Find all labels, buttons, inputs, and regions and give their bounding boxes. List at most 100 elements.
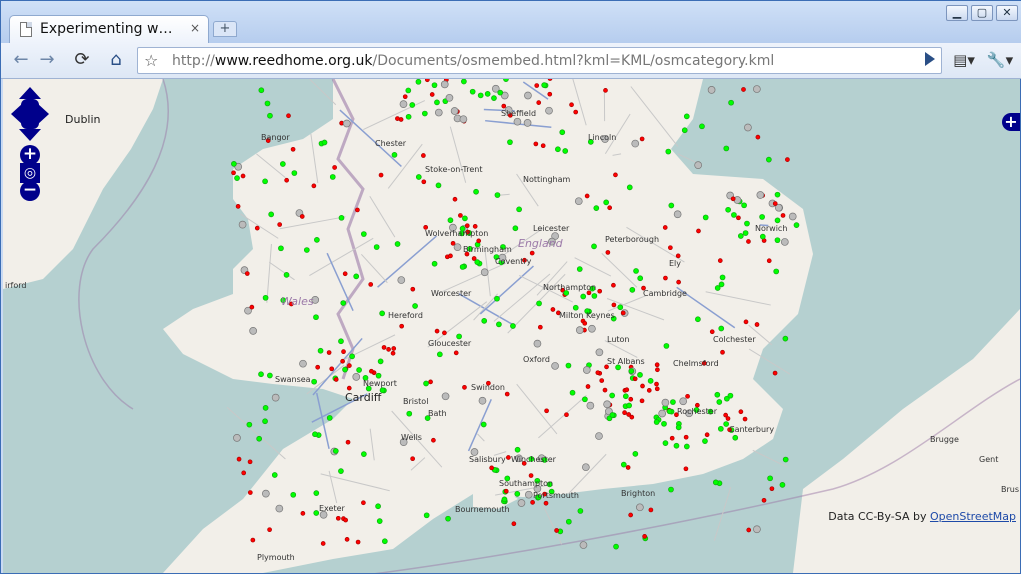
- map-marker[interactable]: [231, 161, 237, 167]
- map-marker[interactable]: [738, 409, 744, 415]
- map-marker[interactable]: [717, 425, 724, 432]
- map-marker[interactable]: [431, 82, 438, 89]
- map-marker[interactable]: [669, 435, 675, 441]
- map-marker[interactable]: [582, 463, 590, 472]
- minimize-button[interactable]: ▁: [946, 5, 968, 21]
- map-marker[interactable]: [503, 488, 509, 494]
- map-marker[interactable]: [742, 416, 748, 422]
- map-marker[interactable]: [545, 106, 553, 115]
- map-marker[interactable]: [753, 525, 761, 534]
- map-marker[interactable]: [299, 214, 305, 219]
- map-marker[interactable]: [431, 437, 436, 443]
- map-marker[interactable]: [595, 348, 604, 357]
- go-icon[interactable]: [925, 52, 935, 66]
- map-marker[interactable]: [696, 228, 701, 234]
- map-marker[interactable]: [746, 527, 752, 533]
- map-marker[interactable]: [579, 541, 588, 549]
- map-marker[interactable]: [613, 172, 618, 178]
- reload-icon[interactable]: ⟳: [69, 48, 95, 74]
- map-marker[interactable]: [622, 393, 629, 400]
- map-marker[interactable]: [565, 362, 572, 369]
- map-marker[interactable]: [530, 500, 535, 505]
- map-marker[interactable]: [390, 350, 396, 356]
- map-marker[interactable]: [595, 370, 601, 376]
- map-marker[interactable]: [338, 338, 344, 345]
- map-marker[interactable]: [375, 503, 381, 510]
- map-marker[interactable]: [588, 324, 596, 333]
- map-marker[interactable]: [582, 366, 591, 374]
- back-icon[interactable]: ←: [9, 48, 33, 74]
- map-marker[interactable]: [428, 379, 433, 385]
- map-marker[interactable]: [646, 388, 652, 393]
- map-marker[interactable]: [728, 99, 734, 106]
- map-marker[interactable]: [335, 515, 341, 521]
- map-marker[interactable]: [626, 184, 633, 191]
- map-marker[interactable]: [462, 384, 467, 390]
- map-marker[interactable]: [714, 391, 721, 398]
- wrench-menu-icon[interactable]: 🔧▾: [985, 48, 1015, 74]
- map-marker[interactable]: [723, 145, 730, 152]
- map-marker[interactable]: [741, 87, 746, 92]
- map-marker[interactable]: [352, 373, 361, 381]
- map-marker[interactable]: [550, 307, 556, 312]
- close-window-button[interactable]: ✕: [996, 5, 1018, 21]
- map-marker[interactable]: [774, 237, 781, 244]
- map-marker[interactable]: [436, 351, 443, 358]
- map-marker[interactable]: [759, 214, 765, 220]
- map-marker[interactable]: [284, 177, 289, 183]
- map-marker[interactable]: [593, 205, 600, 211]
- map-marker[interactable]: [235, 204, 241, 209]
- map-marker[interactable]: [233, 434, 241, 442]
- map-marker[interactable]: [603, 199, 610, 206]
- map-marker[interactable]: [676, 279, 681, 285]
- map-marker[interactable]: [718, 325, 725, 332]
- map-marker[interactable]: [501, 496, 508, 503]
- map-marker[interactable]: [236, 456, 242, 462]
- map-marker[interactable]: [683, 466, 689, 472]
- map-marker[interactable]: [459, 264, 466, 270]
- map-marker[interactable]: [313, 490, 320, 497]
- map-marker[interactable]: [554, 528, 559, 533]
- map-marker[interactable]: [394, 241, 401, 247]
- map-marker[interactable]: [313, 314, 319, 321]
- map-marker[interactable]: [743, 319, 749, 325]
- map-marker[interactable]: [537, 324, 543, 330]
- map-marker[interactable]: [356, 367, 362, 373]
- map-marker[interactable]: [536, 300, 542, 307]
- map-marker[interactable]: [462, 215, 468, 222]
- map-marker[interactable]: [533, 141, 539, 147]
- map-marker[interactable]: [423, 512, 430, 519]
- map-marker[interactable]: [391, 346, 397, 351]
- map-marker[interactable]: [312, 431, 318, 438]
- map-marker[interactable]: [712, 479, 719, 486]
- forward-icon[interactable]: →: [35, 48, 59, 74]
- map-marker[interactable]: [585, 384, 591, 389]
- map-marker[interactable]: [303, 247, 310, 253]
- map-marker[interactable]: [679, 397, 688, 406]
- map-marker[interactable]: [742, 230, 749, 236]
- map-marker[interactable]: [445, 93, 454, 102]
- map-marker[interactable]: [529, 250, 535, 256]
- map-marker[interactable]: [782, 456, 789, 463]
- map-marker[interactable]: [264, 100, 271, 107]
- map-marker[interactable]: [773, 268, 780, 275]
- map-marker[interactable]: [511, 521, 517, 527]
- map-marker[interactable]: [717, 258, 723, 263]
- map-marker[interactable]: [655, 367, 660, 373]
- map-marker[interactable]: [249, 327, 257, 335]
- map-marker[interactable]: [340, 358, 345, 364]
- map-marker[interactable]: [609, 412, 616, 418]
- map-marker[interactable]: [262, 418, 268, 425]
- map-marker[interactable]: [759, 233, 766, 240]
- map-marker[interactable]: [613, 543, 619, 550]
- map-marker[interactable]: [633, 268, 639, 274]
- map-marker[interactable]: [250, 537, 256, 543]
- map-marker[interactable]: [714, 285, 721, 291]
- map-marker[interactable]: [702, 214, 709, 221]
- map-marker[interactable]: [662, 440, 669, 446]
- map-marker[interactable]: [602, 387, 608, 393]
- map-marker[interactable]: [271, 393, 280, 402]
- map-marker[interactable]: [241, 470, 247, 476]
- map-marker[interactable]: [477, 92, 484, 99]
- map-marker[interactable]: [577, 508, 584, 514]
